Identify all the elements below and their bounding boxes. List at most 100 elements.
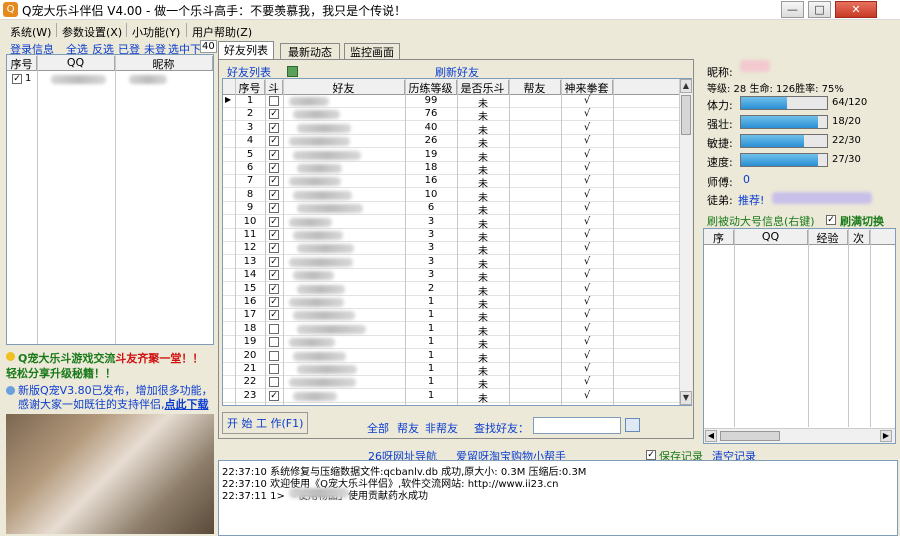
menu-system[interactable]: 系统(W) (10, 24, 51, 40)
search-icon[interactable] (625, 418, 640, 432)
scroll-down-icon[interactable]: ▼ (680, 391, 692, 405)
col-fight-check[interactable]: 斗 (265, 80, 283, 95)
col-guild[interactable]: 帮友 (509, 80, 561, 95)
minimize-button[interactable]: — (781, 1, 804, 18)
filter-all-button[interactable]: 全部 (367, 420, 389, 436)
fight-checkbox[interactable]: ✓ (269, 149, 279, 160)
col-friend-name[interactable]: 好友 (283, 80, 405, 95)
fight-checkbox[interactable]: ✓ (269, 216, 279, 227)
menu-settings[interactable]: 参数设置(X) (62, 24, 122, 40)
col-level[interactable]: 历练等级 (405, 80, 457, 95)
friend-row[interactable]: 19 1 未 √ (223, 336, 679, 351)
menu-help[interactable]: 用户帮助(Z) (192, 24, 252, 40)
friend-row[interactable]: 3 ✓ 40 未 √ (223, 122, 679, 137)
friend-row[interactable]: 21 1 未 √ (223, 363, 679, 378)
friend-row[interactable]: 10 ✓ 3 未 √ (223, 216, 679, 231)
friend-row[interactable]: ▶ 1 99 未 √ (223, 95, 679, 110)
fight-checkbox[interactable] (269, 364, 279, 374)
account-count[interactable]: 40 (200, 40, 217, 53)
col-exp[interactable]: 经验 (808, 230, 848, 245)
h-scroll-thumb[interactable] (720, 431, 780, 441)
friend-table[interactable]: 序号 斗 好友 历练等级 是否乐斗 帮友 神来拳套 ▶ 1 99 未 √ 2 ✓ 76 未 √ 3 ✓… (222, 78, 692, 406)
fight-checkbox[interactable]: ✓ (269, 256, 279, 267)
col-friend-no[interactable]: 序号 (235, 80, 265, 95)
account-list[interactable]: 序号 QQ 昵称 ✓ 1 (6, 54, 214, 345)
fight-checkbox[interactable]: ✓ (269, 310, 279, 321)
maximize-button[interactable]: □ (808, 1, 831, 18)
friend-row[interactable]: 7 ✓ 16 未 √ (223, 175, 679, 190)
col-big-qq[interactable]: QQ (734, 230, 808, 244)
fight-checkbox[interactable] (269, 350, 279, 361)
friend-row[interactable]: 9 ✓ 6 未 √ (223, 202, 679, 217)
search-friend-input[interactable] (533, 417, 621, 434)
promo-line1b: 斗友齐聚一堂！！ (115, 352, 204, 365)
fight-checkbox[interactable]: ✓ (269, 243, 279, 254)
col-times[interactable]: 次 (848, 230, 870, 245)
filter-guild-button[interactable]: 帮友 (397, 420, 419, 436)
friend-scrollbar[interactable]: ▲ ▼ (679, 79, 692, 405)
master-value[interactable]: 0 (743, 173, 750, 186)
col-nick[interactable]: 昵称 (115, 56, 213, 71)
export-icon[interactable] (287, 66, 298, 77)
h-scrollbar[interactable]: ◀ ▶ (704, 428, 895, 443)
close-button[interactable]: ✕ (835, 1, 877, 18)
friend-row[interactable]: 13 ✓ 3 未 √ (223, 256, 679, 271)
start-work-button[interactable]: 开 始 工 作(F1) (222, 412, 309, 434)
auto-switch-checkbox[interactable]: ✓ (826, 215, 836, 225)
fight-checkbox[interactable]: ✓ (269, 189, 279, 200)
fight-checkbox[interactable] (269, 323, 279, 334)
friend-row[interactable]: 15 ✓ 2 未 √ (223, 283, 679, 298)
fight-checkbox[interactable]: ✓ (269, 283, 279, 294)
fight-checkbox[interactable]: ✓ (269, 163, 279, 173)
log-area[interactable]: 22:37:10 系统修复与压缩数据文件:qcbanlv.db 成功,原大小: … (218, 460, 898, 536)
download-link[interactable]: 点此下载 (165, 398, 209, 411)
friend-row[interactable]: 8 ✓ 10 未 √ (223, 189, 679, 204)
friend-row[interactable]: 4 ✓ 26 未 √ (223, 135, 679, 150)
scroll-left-icon[interactable]: ◀ (705, 430, 717, 442)
apprentice-value[interactable]: 推荐! (738, 192, 764, 208)
save-log-checkbox[interactable]: ✓ (646, 450, 656, 460)
fight-checkbox[interactable]: ✓ (269, 176, 279, 187)
friend-row[interactable]: 6 ✓ 18 未 √ (223, 162, 679, 177)
friend-row[interactable]: 23 ✓ 1 未 √ (223, 390, 679, 405)
fight-checkbox[interactable]: ✓ (269, 122, 279, 133)
tab-friend-list[interactable]: 好友列表 (218, 41, 274, 59)
fight-checkbox[interactable] (269, 337, 279, 348)
menu-tools[interactable]: 小功能(Y) (132, 24, 180, 40)
promo-photo[interactable] (6, 414, 214, 534)
friend-row[interactable]: 11 ✓ 3 未 √ (223, 229, 679, 244)
friend-row[interactable]: 2 ✓ 76 未 √ (223, 108, 679, 123)
filter-nonguild-button[interactable]: 非帮友 (425, 420, 458, 436)
friend-row[interactable]: 20 1 未 √ (223, 350, 679, 365)
scroll-right-icon[interactable]: ▶ (880, 430, 892, 442)
big-account-list[interactable]: 序 QQ 经验 次 ◀ ▶ (703, 228, 896, 444)
friend-name-redacted (289, 217, 332, 227)
col-seq[interactable]: 序 (704, 230, 734, 245)
fight-checkbox[interactable]: ✓ (269, 390, 279, 401)
fight-checkbox[interactable] (269, 96, 279, 106)
account-checkbox[interactable]: ✓ (12, 74, 22, 84)
friend-row[interactable]: 12 ✓ 3 未 √ (223, 242, 679, 257)
col-qq[interactable]: QQ (37, 56, 115, 70)
friend-row[interactable]: 16 ✓ 1 未 √ (223, 296, 679, 311)
scroll-up-icon[interactable]: ▲ (680, 79, 692, 93)
col-no[interactable]: 序号 (7, 56, 37, 71)
col-glove[interactable]: 神来拳套 (561, 80, 613, 95)
fight-checkbox[interactable]: ✓ (269, 230, 279, 240)
tab-monitor[interactable]: 监控画面 (344, 43, 400, 59)
fight-checkbox[interactable]: ✓ (269, 109, 279, 120)
friend-row[interactable]: 14 ✓ 3 未 √ (223, 269, 679, 284)
scroll-thumb[interactable] (681, 95, 691, 135)
fight-checkbox[interactable]: ✓ (269, 297, 279, 307)
friend-row[interactable]: 17 ✓ 1 未 √ (223, 309, 679, 324)
fight-checkbox[interactable]: ✓ (269, 136, 279, 147)
fight-checkbox[interactable]: ✓ (269, 270, 279, 281)
fight-checkbox[interactable] (269, 377, 279, 388)
tab-news[interactable]: 最新动态 (280, 43, 340, 59)
friend-row[interactable]: 18 1 未 √ (223, 323, 679, 338)
fight-checkbox[interactable]: ✓ (269, 203, 279, 214)
friend-row[interactable]: 22 1 未 √ (223, 376, 679, 391)
friend-row[interactable]: 5 ✓ 19 未 √ (223, 149, 679, 164)
col-fought[interactable]: 是否乐斗 (457, 80, 509, 95)
big-account-header: 序 QQ 经验 次 (704, 229, 895, 245)
